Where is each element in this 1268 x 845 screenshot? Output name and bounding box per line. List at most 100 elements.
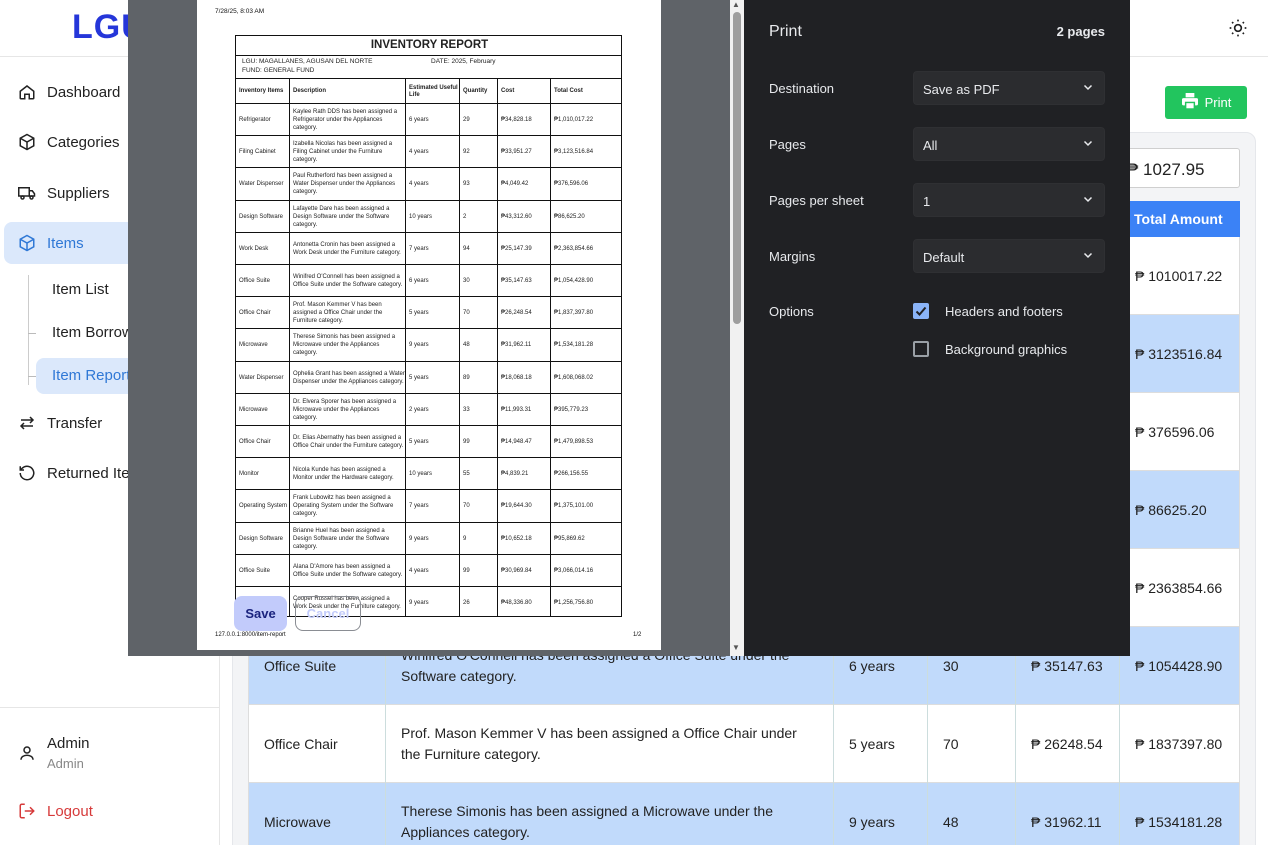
print-title: Print (769, 23, 802, 40)
report-cell: Microwave (236, 329, 290, 362)
report-cell: 48 (460, 329, 498, 362)
report-header-row: Inventory Items Description Estimated Us… (236, 79, 621, 104)
scroll-down-icon[interactable]: ▼ (732, 643, 740, 652)
report-cell: ₱266,156.55 (554, 471, 589, 478)
report-cell: 9 years (406, 522, 460, 555)
report-cell: ₱48,336.80 (498, 587, 551, 616)
table-row: Office Chair Prof. Mason Kemmer V has bee… (248, 705, 1240, 783)
preview-scroll-thumb[interactable] (733, 12, 741, 324)
report-cell: 55 (460, 458, 498, 491)
report-title: INVENTORY REPORT (370, 39, 489, 51)
check-icon (915, 306, 927, 316)
report-cell: Lafayette Dare has been assigned a Desig… (290, 200, 406, 233)
report-row: Work Desk Antonetta Cronin has been assig… (236, 232, 621, 265)
chevron-down-icon (1082, 193, 1094, 208)
logout-icon (18, 802, 36, 824)
transfer-icon (18, 414, 36, 432)
destination-label: Destination (769, 81, 835, 96)
home-icon (18, 83, 36, 101)
printer-icon (1181, 93, 1199, 112)
preview-page: 7/28/25, 8:03 AM INVENTORY REPORT LGU: M… (197, 0, 661, 650)
options-label: Options (769, 304, 814, 319)
total-summary-field: ₱ 1027.95 (1120, 148, 1240, 188)
report-row: Design Software Brianne Huel has been ass… (236, 522, 621, 555)
table-cell-total: ₱ 3123516.84 (1135, 346, 1223, 362)
scroll-up-icon[interactable]: ▲ (732, 0, 740, 9)
table-cell-qty: 70 (928, 705, 1016, 783)
headers-footers-checkbox[interactable] (913, 303, 929, 319)
sun-icon[interactable] (1228, 18, 1248, 38)
report-cell: Filing Cabinet (236, 136, 290, 169)
total-summary-value: ₱ 1027.95 (1127, 160, 1205, 179)
page-footer-url: 127.0.0.1:8000/item-report (215, 632, 286, 638)
report-cell: 5 years (406, 426, 460, 458)
report-cell: ₱19,644.30 (498, 490, 551, 523)
pages-select[interactable]: All (913, 127, 1105, 161)
report-cell: 99 (460, 554, 498, 587)
print-button-label: Print (1204, 95, 1232, 110)
report-cell: Dr. Elias Abernathy has been assigned a … (290, 426, 406, 458)
pages-per-sheet-label: Pages per sheet (769, 193, 864, 208)
report-cell: Water Dispenser (236, 361, 290, 394)
report-cell: ₱4,839.21 (498, 458, 551, 491)
subnav-label: Item Report (52, 367, 131, 384)
report-cell: Work Desk (236, 232, 290, 265)
report-row: Monitor Nicola Kunde has been assigned a … (236, 458, 621, 491)
report-cell: 10 years (406, 200, 460, 233)
divider (0, 707, 220, 708)
report-cell: Office Chair (236, 426, 290, 458)
report-cell: 93 (460, 168, 498, 201)
report-cell: ₱1,256,756.80 (554, 600, 594, 606)
report-cell: Winifred O'Connell has been assigned a O… (290, 265, 406, 297)
report-row: Design Software Lafayette Dare has been a… (236, 200, 621, 233)
save-button[interactable]: Save (234, 596, 287, 631)
report-row: Filing Cabinet Izabella Nicolas has been … (236, 136, 621, 169)
cancel-button[interactable]: Cancel (295, 596, 361, 631)
logout-button[interactable]: Logout (0, 796, 220, 826)
margins-select[interactable]: Default (913, 239, 1105, 273)
report-cell: ₱35,147.63 (498, 265, 551, 297)
table-cell-desc: Prof. Mason Kemmer V has been assigned a… (386, 705, 834, 783)
report-cell: Frank Lubowitz has been assigned a Opera… (290, 490, 406, 523)
report-cell: ₱395,779.23 (554, 406, 589, 413)
report-cell: Design Software (236, 200, 290, 233)
table-cell-life: 9 years (834, 783, 928, 845)
print-settings-panel: Print 2 pages Destination Save as PDF Pa… (744, 0, 1130, 656)
report-cell: Office Suite (236, 265, 290, 297)
report-cell: ₱18,068.18 (498, 361, 551, 394)
background-graphics-checkbox[interactable] (913, 341, 929, 357)
print-button[interactable]: Print (1165, 86, 1247, 119)
report-header-cell: Estimated Useful Life (406, 79, 460, 104)
pages-label: Pages (769, 137, 806, 152)
report-cell: 10 years (406, 458, 460, 491)
report-cell: 70 (460, 490, 498, 523)
table-cell-total: ₱ 1534181.28 (1135, 814, 1223, 830)
report-row: Office Suite Alana D'Amore has been assig… (236, 554, 621, 587)
report-cell: ₱376,596.06 (554, 181, 589, 188)
report-cell: ₱3,123,516.84 (554, 149, 594, 156)
report-cell: 4 years (406, 168, 460, 201)
subnav-tick (28, 333, 36, 334)
report-cell: Ophelia Grant has been assigned a Water … (290, 361, 406, 394)
report-cell: 9 years (406, 587, 460, 616)
destination-select[interactable]: Save as PDF (913, 71, 1105, 105)
table-cell-total: ₱ 86625.20 (1135, 502, 1207, 518)
report-cell: 9 (460, 522, 498, 555)
report-cell: 70 (460, 297, 498, 330)
user-profile[interactable]: Admin Admin (0, 730, 220, 780)
report-cell: Nicola Kunde has been assigned a Monitor… (290, 458, 406, 491)
report-cell: 9 years (406, 329, 460, 362)
logout-label: Logout (47, 803, 93, 820)
report-cell: ₱95,869.62 (554, 535, 585, 542)
page-footer-number: 1/2 (633, 632, 642, 638)
chevron-down-icon (1082, 249, 1094, 264)
report-header-cell: Description (290, 79, 406, 104)
report-date: DATE: 2025, February (431, 58, 496, 65)
truck-icon (18, 184, 36, 202)
report-cell: ₱30,969.84 (498, 554, 551, 587)
undo-icon (18, 464, 36, 482)
pages-per-sheet-select[interactable]: 1 (913, 183, 1105, 217)
nav-items[interactable]: Items (4, 222, 136, 264)
report-cell: Microwave (236, 393, 290, 426)
report-cell: ₱14,948.47 (498, 426, 551, 458)
